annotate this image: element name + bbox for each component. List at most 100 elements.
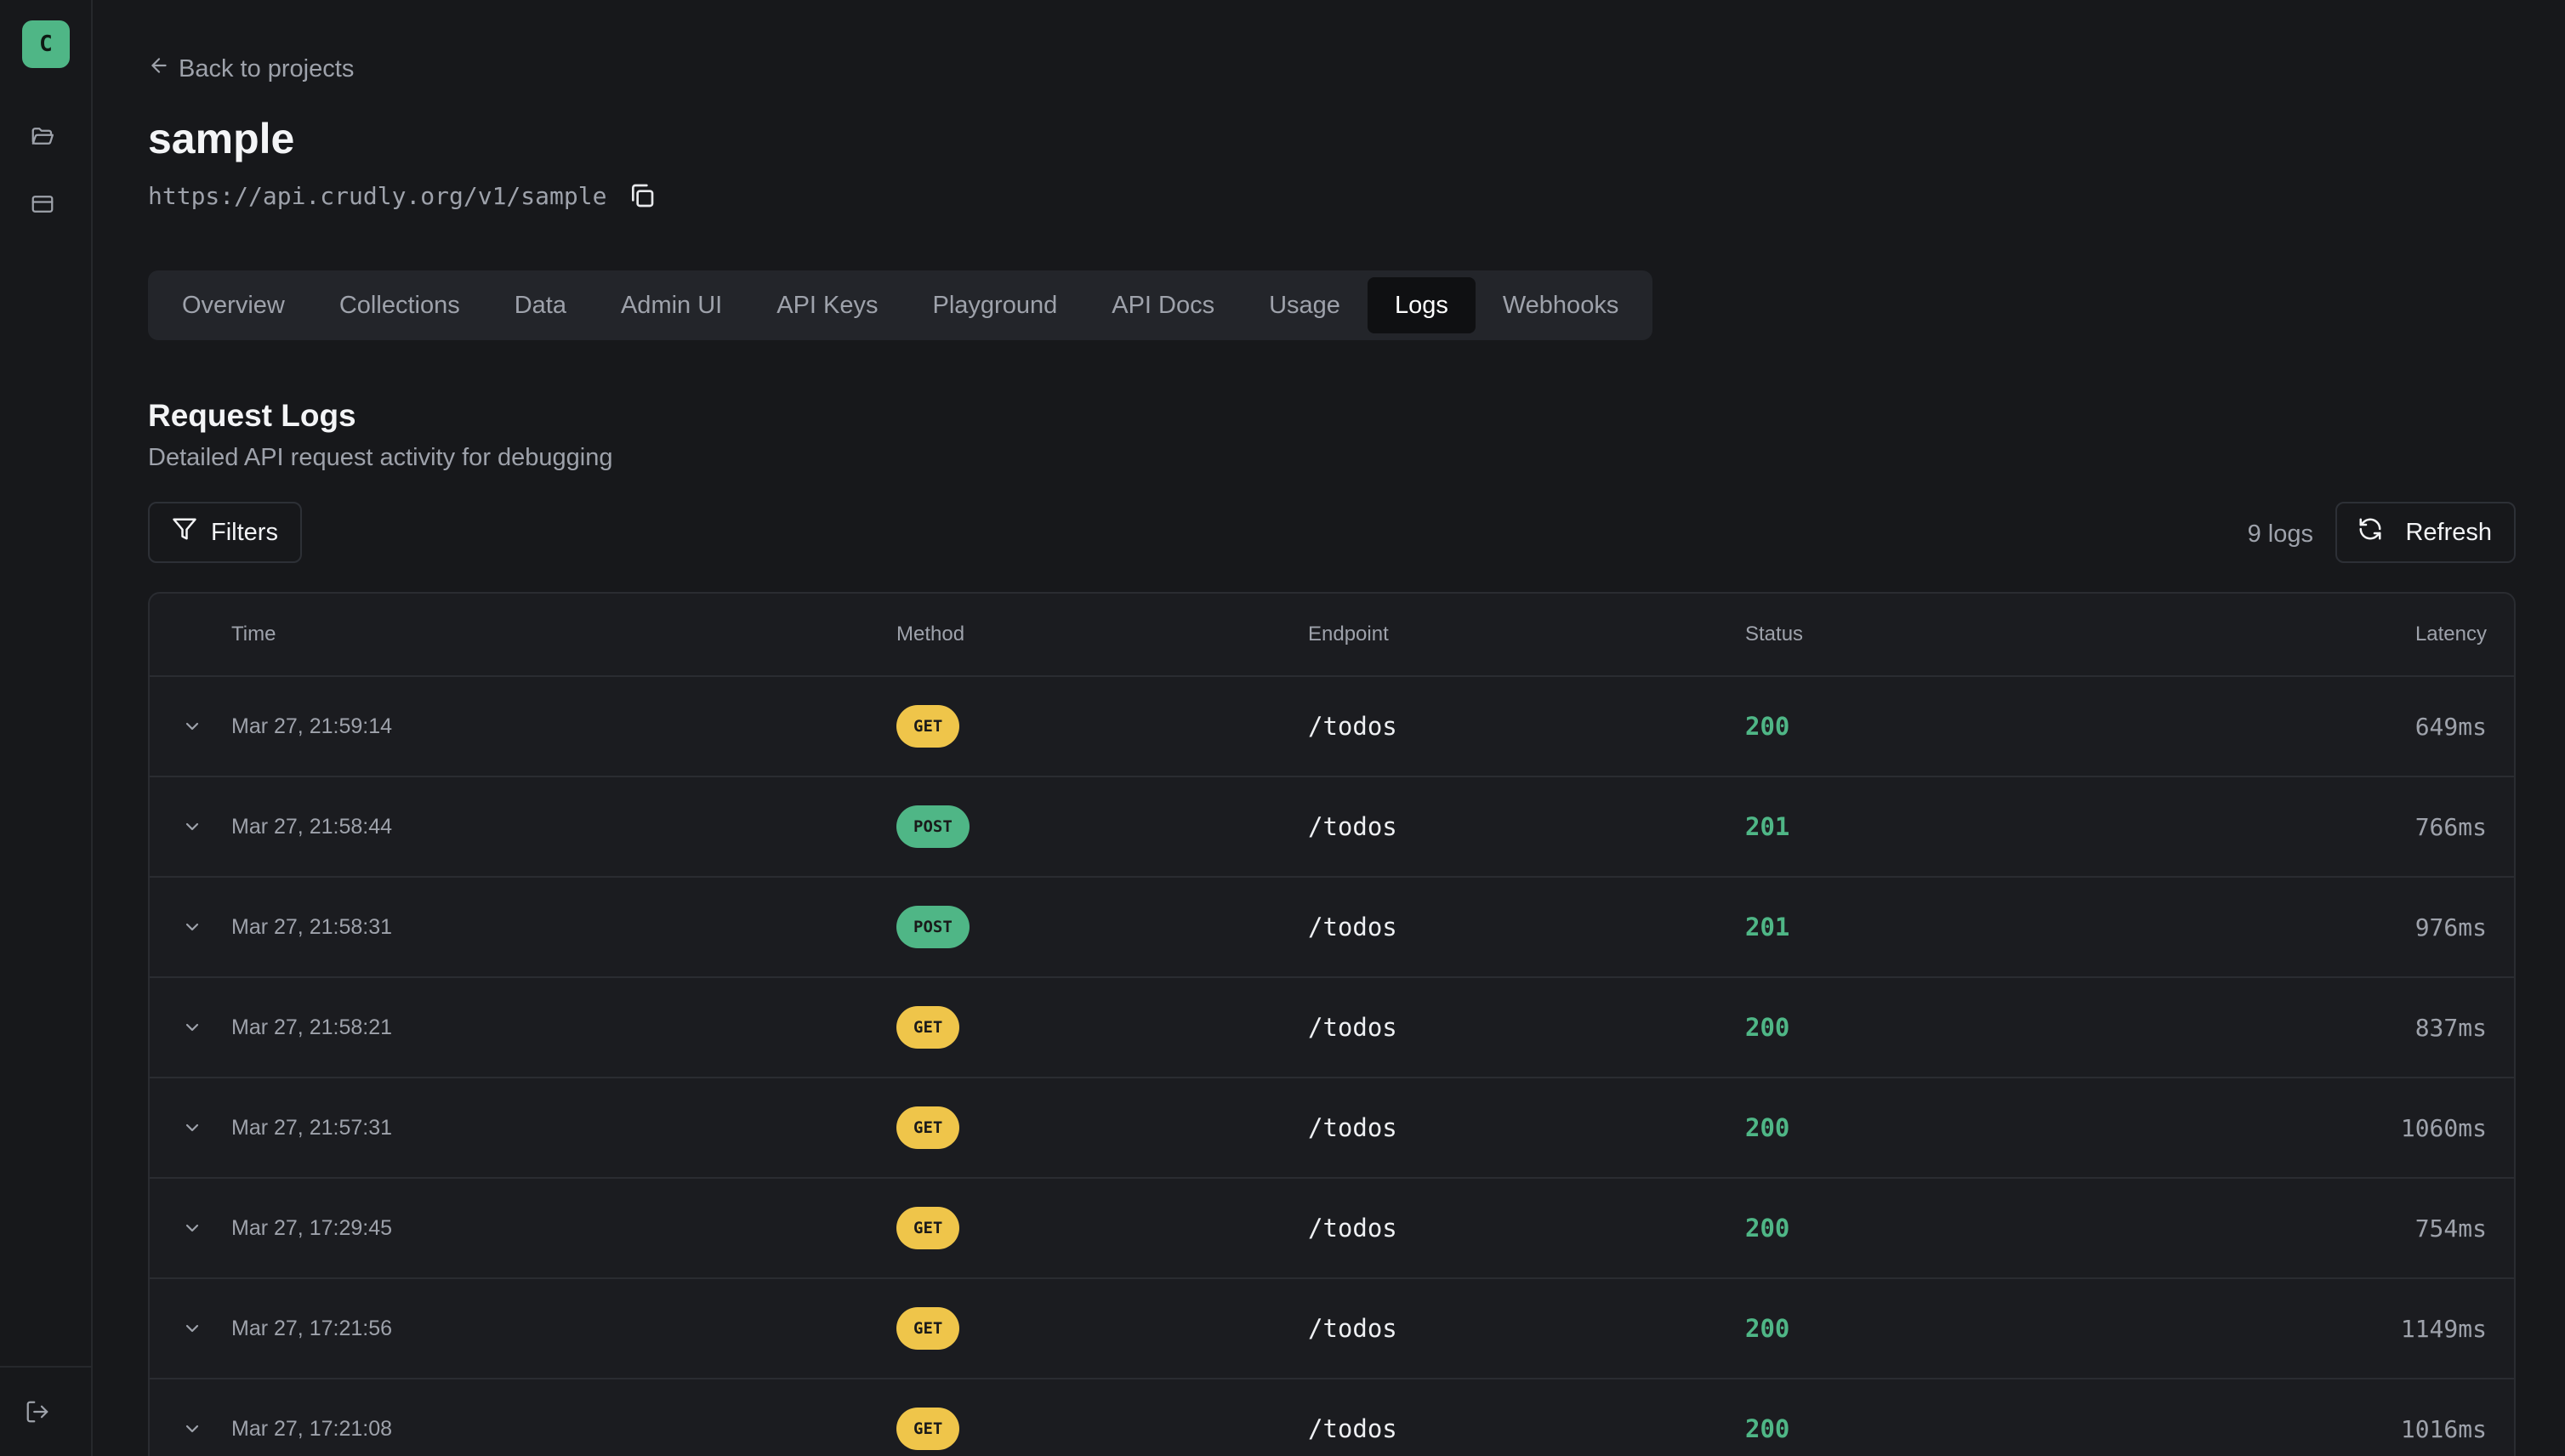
method-badge: GET	[896, 1106, 960, 1149]
tab-collections[interactable]: Collections	[312, 277, 487, 333]
tab-overview[interactable]: Overview	[155, 277, 312, 333]
chevron-down-icon[interactable]	[175, 1017, 209, 1038]
tab-data[interactable]: Data	[487, 277, 594, 333]
table-body: Mar 27, 21:59:14 GET/todos 200 649ms Mar 27,…	[150, 677, 2514, 1456]
app-logo[interactable]: C	[22, 20, 70, 68]
method-badge: GET	[896, 1207, 960, 1249]
table-row[interactable]: Mar 27, 17:21:56 GET/todos 200 1149ms	[150, 1279, 2514, 1379]
tab-api-keys[interactable]: API Keys	[749, 277, 905, 333]
method-cell: GET	[896, 1408, 960, 1450]
project-url-row: https://api.crudly.org/v1/sample	[148, 180, 657, 211]
chevron-down-icon[interactable]	[175, 816, 209, 837]
column-header-endpoint[interactable]: Endpoint	[1308, 623, 1389, 646]
section-subtitle: Detailed API request activity for debugg…	[148, 444, 613, 471]
log-endpoint: /todos	[1308, 1414, 1397, 1443]
log-latency: 649ms	[2414, 712, 2487, 741]
table-row[interactable]: Mar 27, 17:21:08 GET/todos 200 1016ms	[150, 1379, 2514, 1456]
method-badge: GET	[896, 705, 960, 748]
method-cell: GET	[896, 1106, 960, 1149]
method-cell: GET	[896, 1207, 960, 1249]
status-code: 200	[1745, 1314, 1790, 1343]
method-badge: GET	[896, 1408, 960, 1450]
log-time: Mar 27, 21:59:14	[231, 714, 393, 738]
log-latency: 1060ms	[2400, 1113, 2487, 1142]
log-endpoint: /todos	[1308, 812, 1397, 841]
method-badge: GET	[896, 1307, 960, 1350]
log-time: Mar 27, 21:58:44	[231, 814, 393, 839]
log-endpoint: /todos	[1308, 712, 1397, 741]
tab-playground[interactable]: Playground	[906, 277, 1085, 333]
sidebar: C	[0, 0, 93, 1456]
copy-icon[interactable]	[627, 180, 657, 211]
refresh-button[interactable]: Refresh	[2335, 502, 2516, 563]
table-row[interactable]: Mar 27, 21:58:44 POST/todos 201 766ms	[150, 777, 2514, 878]
column-header-status[interactable]: Status	[1745, 623, 1803, 646]
project-url: https://api.crudly.org/v1/sample	[148, 181, 607, 210]
table-row[interactable]: Mar 27, 21:58:21 GET/todos 200 837ms	[150, 978, 2514, 1078]
table-row[interactable]: Mar 27, 21:57:31 GET/todos 200 1060ms	[150, 1078, 2514, 1179]
table-row[interactable]: Mar 27, 21:59:14 GET/todos 200 649ms	[150, 677, 2514, 777]
method-badge: POST	[896, 906, 970, 948]
method-badge: POST	[896, 805, 970, 848]
chevron-down-icon[interactable]	[175, 1318, 209, 1339]
method-cell: GET	[896, 1307, 960, 1350]
log-time: Mar 27, 17:21:08	[231, 1416, 393, 1441]
log-endpoint: /todos	[1308, 1314, 1397, 1343]
chevron-down-icon[interactable]	[175, 1419, 209, 1439]
tab-usage[interactable]: Usage	[1242, 277, 1368, 333]
log-time: Mar 27, 17:29:45	[231, 1215, 393, 1240]
log-latency: 754ms	[2414, 1214, 2487, 1243]
column-header-time[interactable]: Time	[231, 623, 276, 646]
method-cell: POST	[896, 906, 970, 948]
filters-label: Filters	[211, 518, 278, 546]
log-latency: 1016ms	[2400, 1414, 2487, 1443]
log-latency: 976ms	[2414, 913, 2487, 941]
logs-table: Time Method Endpoint Status Latency Mar …	[148, 592, 2516, 1456]
logout-icon[interactable]	[24, 1398, 51, 1425]
column-header-method[interactable]: Method	[896, 623, 964, 646]
table-header: Time Method Endpoint Status Latency	[150, 594, 2514, 677]
method-cell: GET	[896, 1006, 960, 1049]
folder-icon[interactable]	[29, 122, 56, 150]
log-count: 9 logs	[2247, 520, 2313, 548]
tab-logs[interactable]: Logs	[1367, 277, 1476, 333]
log-latency: 1149ms	[2400, 1314, 2487, 1343]
table-row[interactable]: Mar 27, 17:29:45 GET/todos 200 754ms	[150, 1179, 2514, 1279]
tab-api-docs[interactable]: API Docs	[1084, 277, 1242, 333]
sidebar-divider	[0, 1366, 91, 1368]
chevron-down-icon[interactable]	[175, 917, 209, 937]
refresh-label: Refresh	[2405, 518, 2492, 546]
status-code: 201	[1745, 812, 1790, 841]
tab-admin-ui[interactable]: Admin UI	[594, 277, 749, 333]
status-code: 200	[1745, 1214, 1790, 1243]
column-header-latency[interactable]: Latency	[2415, 623, 2487, 646]
refresh-icon	[2357, 516, 2383, 549]
filters-button[interactable]: Filters	[148, 502, 302, 563]
log-time: Mar 27, 21:58:21	[231, 1015, 393, 1039]
log-endpoint: /todos	[1308, 1214, 1397, 1243]
status-code: 201	[1745, 913, 1790, 941]
log-time: Mar 27, 21:57:31	[231, 1115, 393, 1140]
card-icon[interactable]	[29, 191, 56, 218]
log-endpoint: /todos	[1308, 913, 1397, 941]
status-code: 200	[1745, 1013, 1790, 1042]
method-cell: GET	[896, 705, 960, 748]
tab-webhooks[interactable]: Webhooks	[1476, 277, 1646, 333]
log-latency: 766ms	[2414, 812, 2487, 841]
method-badge: GET	[896, 1006, 960, 1049]
table-row[interactable]: Mar 27, 21:58:31 POST/todos 201 976ms	[150, 878, 2514, 978]
log-time: Mar 27, 21:58:31	[231, 914, 393, 939]
chevron-down-icon[interactable]	[175, 1118, 209, 1138]
chevron-down-icon[interactable]	[175, 1218, 209, 1238]
back-to-projects-link[interactable]: Back to projects	[148, 54, 354, 83]
status-code: 200	[1745, 1414, 1790, 1443]
filter-icon	[172, 516, 197, 549]
arrow-left-icon	[148, 54, 170, 83]
log-latency: 837ms	[2414, 1013, 2487, 1042]
log-time: Mar 27, 17:21:56	[231, 1316, 393, 1340]
status-code: 200	[1745, 712, 1790, 741]
page-title: sample	[148, 115, 295, 162]
status-code: 200	[1745, 1113, 1790, 1142]
chevron-down-icon[interactable]	[175, 716, 209, 737]
back-link-label: Back to projects	[179, 54, 355, 82]
